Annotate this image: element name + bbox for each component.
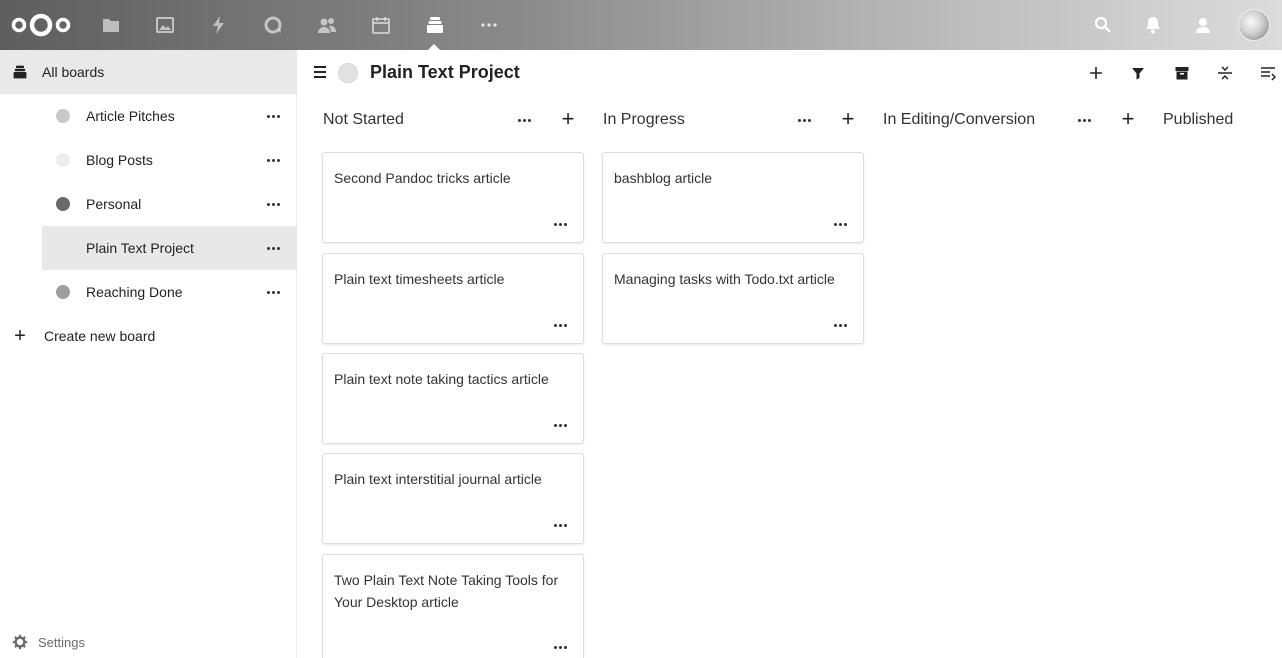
add-list-button[interactable]	[1085, 62, 1107, 84]
deck-icon[interactable]	[423, 13, 447, 37]
archive-icon	[1175, 67, 1189, 80]
sidebar-item-personal[interactable]: Personal	[42, 182, 297, 226]
card-title: Managing tasks with Todo.txt article	[614, 271, 835, 287]
menu-icon[interactable]	[314, 66, 326, 78]
stack-title: Published	[1163, 111, 1234, 128]
stack-header-not-started: Not Started	[323, 96, 404, 144]
notifications-icon[interactable]	[1141, 13, 1165, 37]
card[interactable]: Second Pandoc tricks article	[322, 152, 584, 243]
card-title: bashblog article	[614, 170, 713, 186]
stack-header-in-progress: In Progress	[603, 96, 685, 144]
sidebar-item-label: Blog Posts	[86, 152, 153, 168]
card-title: Plain text timesheets article	[334, 271, 505, 287]
sidebar-item-article-pitches[interactable]: Article Pitches	[42, 94, 297, 138]
collapse-button[interactable]	[1214, 62, 1236, 84]
board-color-dot	[56, 197, 70, 211]
board-header: Plain Text Project	[298, 50, 1282, 96]
collapse-icon	[1218, 66, 1232, 80]
stack-header-published: Published	[1163, 96, 1233, 144]
archive-button[interactable]	[1171, 62, 1193, 84]
filter-icon	[1132, 68, 1144, 80]
card-more-icon[interactable]	[551, 321, 569, 329]
details-icon	[1261, 67, 1276, 81]
card-more-icon[interactable]	[551, 220, 569, 228]
more-options-icon[interactable]	[261, 194, 285, 214]
nextcloud-logo[interactable]	[10, 11, 72, 39]
settings-label: Settings	[38, 634, 85, 650]
stack-title: In Progress	[603, 111, 685, 128]
calendar-icon[interactable]	[369, 13, 393, 37]
stack-more-icon[interactable]	[792, 110, 816, 130]
add-card-button[interactable]: +	[558, 108, 578, 130]
more-options-icon[interactable]	[261, 282, 285, 302]
more-options-icon[interactable]	[261, 106, 285, 126]
sidebar-item-label: Personal	[86, 196, 142, 212]
stack-more-icon[interactable]	[512, 110, 536, 130]
deck-icon	[13, 65, 27, 79]
card-title: Plain text interstitial journal article	[334, 471, 542, 487]
card-title: Plain text note taking tactics article	[334, 371, 549, 387]
talk-icon[interactable]	[261, 13, 285, 37]
card[interactable]: Managing tasks with Todo.txt article	[602, 253, 864, 344]
board-details-button[interactable]	[1257, 62, 1279, 84]
card-title: Two Plain Text Note Taking Tools for You…	[334, 572, 559, 610]
sidebar: All boards Article Pitches Blog Posts Pe…	[0, 50, 297, 658]
gear-icon	[12, 634, 28, 650]
card-more-icon[interactable]	[831, 321, 849, 329]
plus-icon: +	[14, 325, 26, 347]
sidebar-item-label: Plain Text Project	[86, 240, 194, 256]
stack-title: Not Started	[323, 111, 404, 128]
filter-button[interactable]	[1127, 62, 1149, 84]
board-color-dot	[56, 241, 70, 255]
sidebar-item-reaching-done[interactable]: Reaching Done	[42, 270, 297, 314]
board-color-dot	[56, 109, 70, 123]
add-card-button[interactable]: +	[838, 108, 858, 130]
card[interactable]: Plain text timesheets article	[322, 253, 584, 344]
top-bar	[0, 0, 1282, 50]
board-color-dot	[338, 63, 358, 83]
activity-icon[interactable]	[207, 13, 231, 37]
card[interactable]: bashblog article	[602, 152, 864, 243]
page-title: Plain Text Project	[370, 62, 520, 82]
card-more-icon[interactable]	[551, 421, 569, 429]
user-avatar[interactable]	[1238, 9, 1270, 41]
search-icon[interactable]	[1091, 13, 1115, 37]
board-color-dot	[56, 285, 70, 299]
card[interactable]: Two Plain Text Note Taking Tools for You…	[322, 554, 584, 658]
contacts-menu-icon[interactable]	[1191, 13, 1215, 37]
card[interactable]: Plain text interstitial journal article	[322, 453, 584, 544]
more-options-icon[interactable]	[261, 238, 285, 258]
settings-button[interactable]: Settings	[12, 634, 85, 650]
sidebar-item-label: Reaching Done	[86, 284, 183, 300]
card-more-icon[interactable]	[831, 220, 849, 228]
card-title: Second Pandoc tricks article	[334, 170, 511, 186]
sidebar-item-all-boards[interactable]: All boards	[0, 50, 297, 94]
more-apps-icon[interactable]	[477, 13, 501, 37]
create-board-button[interactable]: + Create new board	[0, 314, 297, 358]
stack-more-icon[interactable]	[1072, 110, 1096, 130]
more-options-icon[interactable]	[261, 150, 285, 170]
sidebar-item-label: Article Pitches	[86, 108, 175, 124]
files-icon[interactable]	[99, 13, 123, 37]
card-more-icon[interactable]	[551, 521, 569, 529]
add-card-button[interactable]: +	[1118, 108, 1138, 130]
card-more-icon[interactable]	[551, 643, 569, 651]
sidebar-item-blog-posts[interactable]: Blog Posts	[42, 138, 297, 182]
card[interactable]: Plain text note taking tactics article	[322, 353, 584, 444]
create-board-label: Create new board	[44, 328, 156, 344]
board-color-dot	[56, 153, 70, 167]
stack-header-in-editing: In Editing/Conversion	[883, 96, 1035, 144]
plus-icon	[1090, 67, 1102, 79]
photos-icon[interactable]	[153, 13, 177, 37]
contacts-icon[interactable]	[315, 13, 339, 37]
sidebar-item-label: All boards	[42, 64, 105, 80]
stack-title: In Editing/Conversion	[883, 111, 1036, 128]
sidebar-item-plain-text-project[interactable]: Plain Text Project	[42, 226, 297, 270]
